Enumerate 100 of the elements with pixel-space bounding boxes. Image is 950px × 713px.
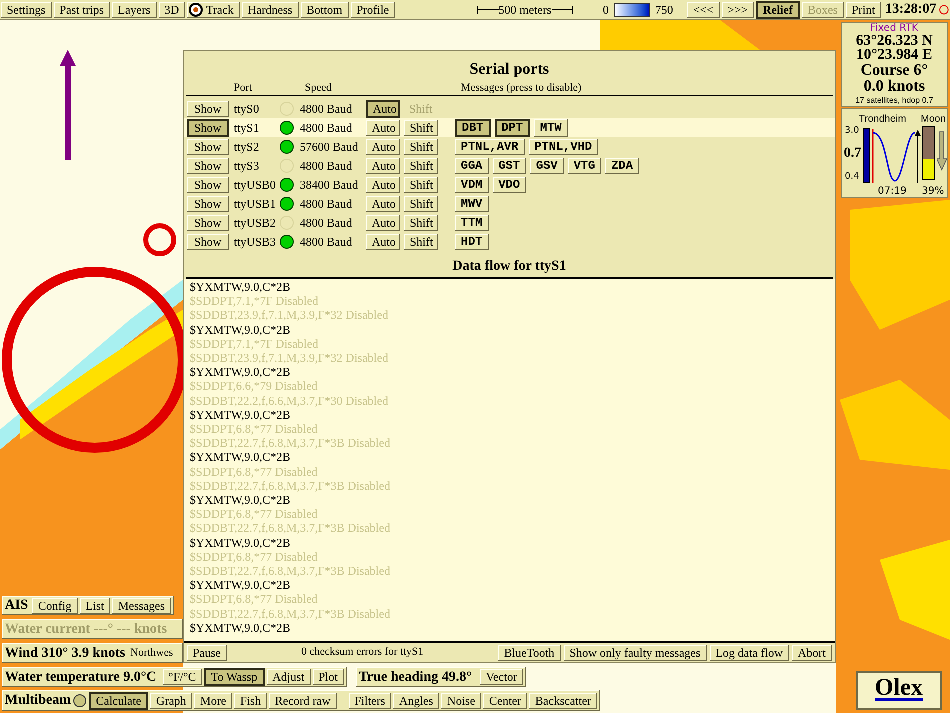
shift-button[interactable]: Shift [404,234,438,250]
log-line: $SDDPT,7.1,*7F Disabled [190,336,318,352]
show-button[interactable]: Show [187,118,229,136]
panel-title: Multibeam [5,692,72,710]
show-button[interactable]: Show [187,214,229,230]
auto-button[interactable]: Auto [366,138,400,154]
temperature-button[interactable]: To Wassp [204,668,265,686]
baud-rate: 4800 Baud [300,158,354,174]
message-button[interactable]: MWV [455,196,489,212]
temperature-button[interactable]: Plot [312,669,344,685]
filter-button[interactable]: Noise [441,692,482,708]
message-button[interactable]: ZDA [605,158,640,174]
multibeam-button[interactable]: Graph [150,692,192,708]
log-line: $SDDBT,22.7,f,6.8,M,3.7,F*3B Disabled [190,436,390,450]
toolbar-button[interactable]: Relief [756,0,800,18]
multibeam-button[interactable]: Record raw [269,692,337,708]
show-button[interactable]: Show [187,196,229,212]
message-button[interactable]: MTW [534,118,568,136]
ais-button[interactable]: Config [32,598,78,614]
show-button[interactable]: Show [187,158,229,174]
filter-button[interactable]: Filters [348,692,392,708]
toolbar-button[interactable]: Past trips [54,2,110,18]
tide-low-time: 07:19 [878,185,907,199]
shift-button[interactable]: Shift [404,196,438,212]
log-line: $SDDPT,6.8,*77 Disabled [190,507,318,522]
filter-button[interactable]: Angles [393,692,440,708]
ais-button[interactable]: Messages [112,598,172,614]
footer-button[interactable]: Abort [792,644,832,660]
baud-rate: 4800 Baud [300,120,354,136]
message-button[interactable]: VTG [568,158,602,174]
toolbar-button[interactable]: Bottom [300,2,349,18]
baud-rate: 4800 Baud [300,196,354,212]
show-button[interactable]: Show [187,176,229,192]
shift-button[interactable]: Shift [404,176,438,192]
message-button[interactable]: HDT [455,234,489,250]
toolbar-button[interactable]: Profile [350,2,396,18]
toolbar-button[interactable]: Print [846,2,882,18]
footer-button[interactable]: Log data flow [710,644,789,660]
filter-button[interactable]: Backscatter [529,692,598,708]
column-header: Speed [305,81,332,96]
multibeam-button[interactable]: Fish [234,692,268,708]
message-button[interactable]: VDO [492,176,526,192]
multibeam-button[interactable]: More [194,692,232,708]
pause-button[interactable]: Pause [187,644,227,660]
track-button[interactable]: Track [187,2,240,18]
toolbar-button[interactable]: Settings [1,2,52,18]
auto-button[interactable]: Auto [366,100,400,118]
log-line: $YXMTW,9.0,C*2B [190,493,291,508]
moon-percent: 39% [922,185,944,199]
dialog-title: Serial ports [468,60,550,80]
log-line: $YXMTW,9.0,C*2B [190,620,291,636]
baud-rate: 38400 Baud [300,176,360,194]
toolbar-button[interactable]: >>> [722,2,754,18]
down-arrow-icon [937,131,947,171]
port-name: ttyS2 [234,138,260,156]
shift-button[interactable]: Shift [404,120,438,136]
auto-button[interactable]: Auto [366,214,400,230]
toolbar-button[interactable]: 3D [158,2,186,18]
message-button[interactable]: PTNL,AVR [455,138,525,154]
log-line: $YXMTW,9.0,C*2B [190,578,291,592]
auto-button[interactable]: Auto [366,176,400,192]
olex-logo: Olex [856,671,942,710]
message-button[interactable]: TTM [455,214,489,230]
shift-button[interactable]: Shift [404,138,438,154]
show-button[interactable]: Show [187,138,229,154]
auto-button[interactable]: Auto [366,158,400,174]
multibeam-button[interactable]: Calculate [89,692,148,710]
depth-color-scale [614,2,650,16]
footer-button[interactable]: Show only faulty messages [564,644,707,660]
temperature-button[interactable]: Adjust [266,669,311,685]
message-button[interactable]: GSV [530,158,564,174]
status-circle-icon [73,694,88,708]
auto-button[interactable]: Auto [366,234,400,250]
log-line: $SDDPT,6.8,*77 Disabled [190,592,318,607]
message-button[interactable]: PTNL,VHD [528,138,598,154]
column-header: Messages (press to disable) [461,81,582,96]
temperature-button[interactable]: °F/°C [162,669,202,685]
toolbar-button[interactable]: <<< [687,2,720,18]
log-line: $YXMTW,9.0,C*2B [190,536,291,550]
log-line: $SDDPT,6.8,*77 Disabled [190,464,318,479]
show-button[interactable]: Show [187,100,229,116]
auto-button[interactable]: Auto [366,120,400,136]
footer-button[interactable]: BlueTooth [498,644,561,660]
log-line: $YXMTW,9.0,C*2B [190,450,291,465]
shift-button[interactable]: Shift [404,158,438,174]
port-name: ttyUSB0 [234,176,278,194]
moon-label: Moon [921,113,946,127]
ais-button[interactable]: List [80,598,110,614]
toolbar-button[interactable]: Hardness [242,2,299,18]
shift-button[interactable]: Shift [404,214,438,230]
log-line: $SDDPT,6.8,*77 Disabled [190,422,318,436]
vector-button[interactable]: Vector [480,669,524,685]
toolbar-button[interactable]: Layers [112,2,157,18]
show-button[interactable]: Show [187,234,229,250]
auto-button[interactable]: Auto [366,196,400,212]
filter-button[interactable]: Center [483,692,528,708]
message-button[interactable]: GGA [455,158,489,174]
message-button[interactable]: GST [492,158,526,174]
wind-reading: Wind 310° 3.9 knots [5,644,126,662]
message-button[interactable]: VDM [455,176,489,192]
